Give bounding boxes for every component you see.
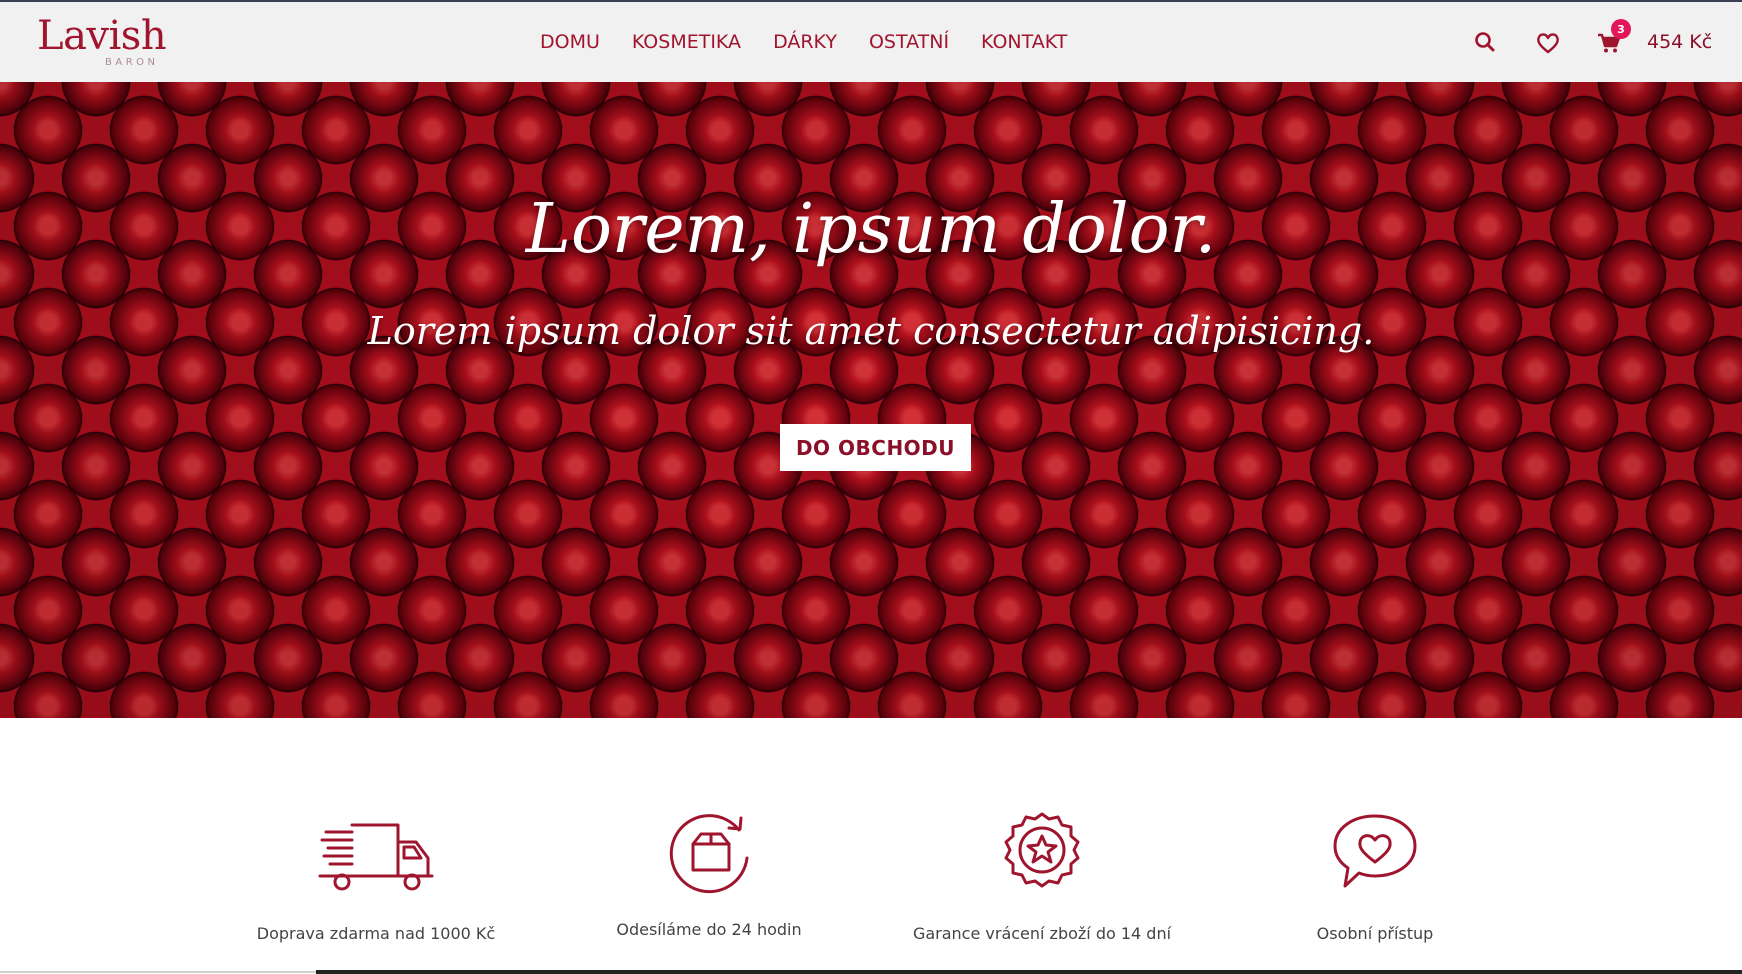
- feature-label: Garance vrácení zboží do 14 dní: [912, 924, 1172, 943]
- feature-label: Osobní přístup: [1316, 924, 1434, 943]
- features-section: Doprava zdarma nad 1000 Kč Odesíláme do …: [0, 718, 1742, 974]
- cart-total[interactable]: 454 Kč: [1647, 31, 1712, 53]
- feature-fast-dispatch: Odesíláme do 24 hodin: [549, 718, 869, 974]
- brand-subtitle: BARON: [105, 57, 159, 68]
- main-nav: DOMU KOSMETIKA DÁRKY OSTATNÍ KONTAKT: [540, 2, 1099, 82]
- nav-item-kontakt[interactable]: KONTAKT: [981, 31, 1067, 53]
- horizontal-scrollbar[interactable]: [316, 970, 1742, 974]
- nav-item-domu[interactable]: DOMU: [540, 31, 600, 53]
- scroll-track: [0, 971, 316, 973]
- heart-icon[interactable]: [1533, 28, 1563, 58]
- hero-banner: Lorem, ipsum dolor. Lorem ipsum dolor si…: [0, 82, 1742, 718]
- hero-roses-background: [0, 82, 1742, 718]
- feature-personal-approach: Osobní přístup: [1215, 718, 1535, 974]
- heart-chat-icon: [1315, 810, 1435, 900]
- box-refresh-icon: [649, 810, 769, 900]
- search-icon[interactable]: [1470, 28, 1500, 58]
- cart-count-badge: 3: [1611, 19, 1631, 39]
- feature-free-shipping: Doprava zdarma nad 1000 Kč: [216, 718, 536, 974]
- nav-item-kosmetika[interactable]: KOSMETIKA: [632, 31, 741, 53]
- feature-label: Odesíláme do 24 hodin: [616, 920, 802, 939]
- shop-button[interactable]: DO OBCHODU: [780, 424, 971, 471]
- delivery-truck-icon: [316, 810, 436, 900]
- hero-title: Lorem, ipsum dolor.: [525, 190, 1217, 269]
- brand-logo[interactable]: Lavish BARON: [37, 16, 177, 72]
- hero-subtitle: Lorem ipsum dolor sit amet consectetur a…: [367, 309, 1375, 353]
- brand-name: Lavish: [37, 13, 167, 59]
- feature-label: Doprava zdarma nad 1000 Kč: [256, 924, 496, 943]
- nav-item-ostatni[interactable]: OSTATNÍ: [869, 31, 949, 53]
- star-badge-icon: [982, 810, 1102, 900]
- nav-item-darky[interactable]: DÁRKY: [773, 31, 837, 53]
- site-header: Lavish BARON DOMU KOSMETIKA DÁRKY OSTATN…: [0, 2, 1742, 82]
- feature-returns-guarantee: Garance vrácení zboží do 14 dní: [882, 718, 1202, 974]
